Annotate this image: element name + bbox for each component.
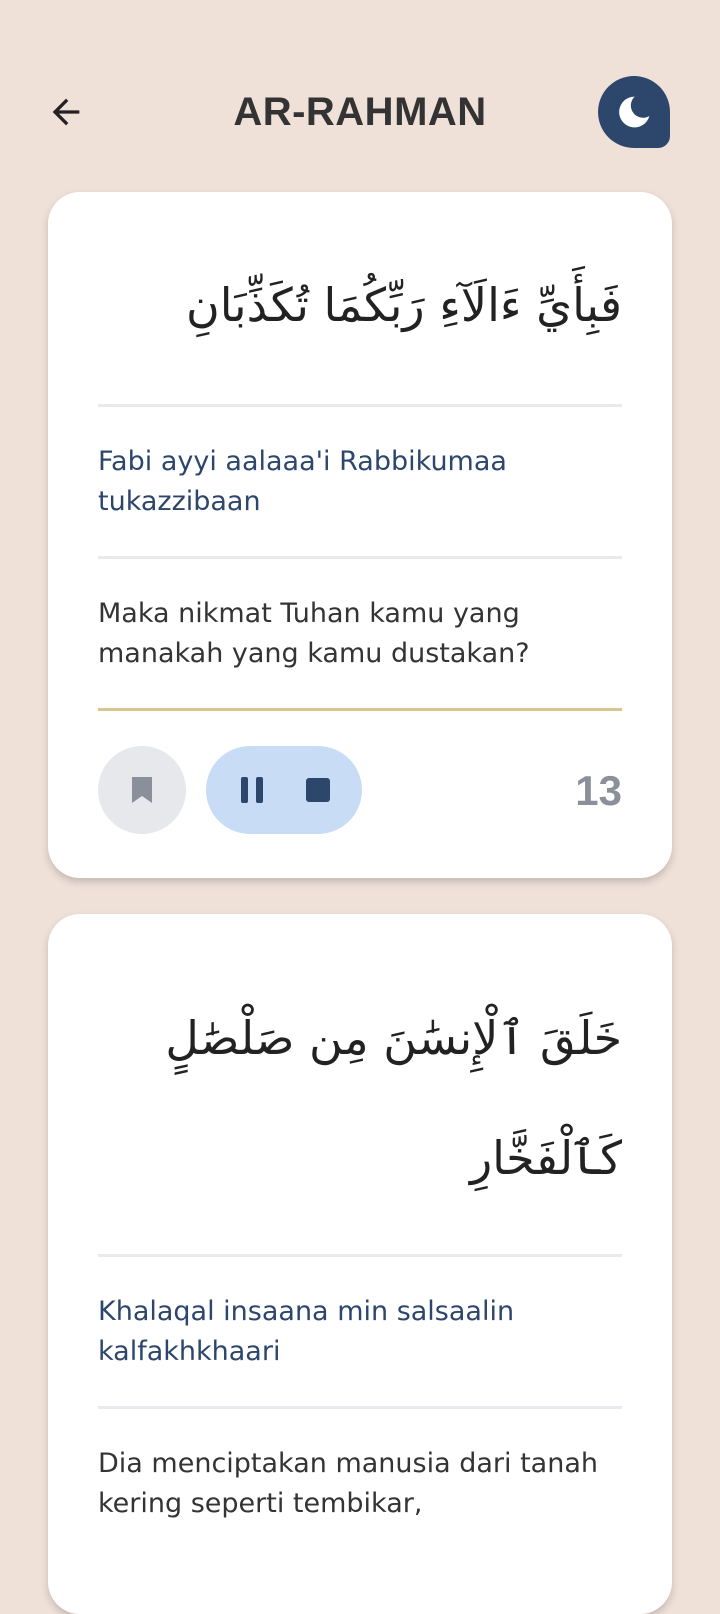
transliteration-text: Khalaqal insaana min salsaalin kalfakhkh… <box>98 1296 515 1367</box>
bookmark-icon <box>132 777 152 803</box>
stop-icon <box>306 778 330 802</box>
verse-card: خَلَقَ ٱلْإِنسَٰنَ مِن صَلْصَٰلٍ كَٱلْفَ… <box>48 914 672 1614</box>
stop-button[interactable] <box>294 766 342 814</box>
active-divider <box>98 708 622 711</box>
verse-number: 13 <box>575 767 622 814</box>
audio-player-controls <box>206 746 362 834</box>
divider <box>98 1254 622 1257</box>
moon-icon <box>619 96 650 128</box>
divider <box>98 1406 622 1409</box>
translation-text: Maka nikmat Tuhan kamu yang manakah yang… <box>98 598 530 669</box>
divider <box>98 404 622 407</box>
transliteration-text: Fabi ayyi aalaaa'i Rabbikumaa tukazzibaa… <box>98 446 507 517</box>
pause-button[interactable] <box>228 766 276 814</box>
divider <box>98 556 622 559</box>
translation-text: Dia menciptakan manusia dari tanah kerin… <box>98 1448 599 1519</box>
pause-icon <box>241 777 263 803</box>
verse-card: فَبِأَيِّ ءَالَآءِ رَبِّكُمَا تُكَذِّبَا… <box>48 192 672 878</box>
theme-toggle-button[interactable] <box>598 76 670 148</box>
app-header: AR-RAHMAN <box>0 0 720 190</box>
arabic-verse-text: خَلَقَ ٱلْإِنسَٰنَ مِن صَلْصَٰلٍ كَٱلْفَ… <box>165 1011 622 1185</box>
arabic-verse-text: فَبِأَيِّ ءَالَآءِ رَبِّكُمَا تُكَذِّبَا… <box>185 278 622 332</box>
bookmark-button[interactable] <box>98 746 186 834</box>
